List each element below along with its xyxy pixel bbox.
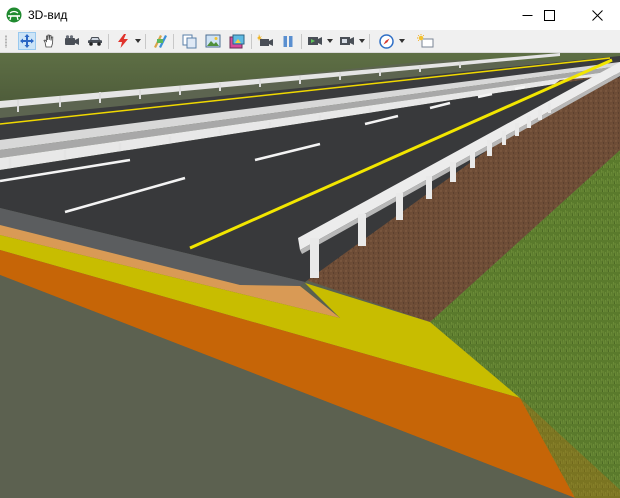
toolbar-grip[interactable]	[5, 35, 7, 48]
playback-dropdown-arrow[interactable]	[327, 39, 333, 43]
video-camera-icon	[65, 35, 79, 45]
playback-tool[interactable]	[306, 32, 324, 50]
playback-icon	[307, 37, 322, 45]
view-toolbar	[0, 30, 620, 53]
lightning-dropdown-arrow[interactable]	[135, 39, 141, 43]
toolbar-separator	[301, 34, 302, 49]
close-button[interactable]	[574, 0, 620, 30]
title-bar: 3D-вид	[0, 0, 620, 30]
car-drive-tool[interactable]	[86, 32, 104, 50]
toolbar-separator	[108, 34, 109, 49]
texture-tool[interactable]	[151, 32, 169, 50]
highway-3d-scene	[0, 53, 620, 498]
sun-icon	[416, 33, 433, 47]
pan-move-tool[interactable]	[18, 32, 36, 50]
save-view-icon	[339, 37, 354, 45]
image-icon	[205, 34, 221, 47]
move-arrows-icon	[20, 34, 34, 48]
car-icon	[88, 37, 102, 46]
record-camera-icon	[256, 34, 273, 46]
road-app-icon	[6, 7, 22, 23]
maximize-button[interactable]	[526, 0, 572, 30]
copy-view-tool[interactable]	[180, 32, 198, 50]
copy-icon	[182, 34, 196, 48]
record-tool[interactable]	[256, 32, 274, 50]
toolbar-separator	[145, 34, 146, 49]
compass-tool[interactable]	[377, 32, 395, 50]
camera-tool[interactable]	[63, 32, 81, 50]
app-window: 3D-вид	[0, 0, 620, 498]
pause-tool[interactable]	[279, 32, 297, 50]
window-title: 3D-вид	[28, 8, 68, 22]
3d-viewport[interactable]	[0, 53, 620, 498]
toolbar-separator	[369, 34, 370, 49]
pause-icon	[283, 35, 293, 47]
hand-tool[interactable]	[40, 32, 58, 50]
lightning-tool[interactable]	[114, 32, 132, 50]
save-view-dropdown-arrow[interactable]	[359, 39, 365, 43]
toolbar-separator	[173, 34, 174, 49]
compass-dropdown-arrow[interactable]	[399, 39, 405, 43]
maximize-icon	[543, 9, 555, 21]
close-icon	[591, 9, 603, 21]
texture-icon	[154, 35, 167, 48]
toolbar-separator	[251, 34, 252, 49]
hand-icon	[43, 34, 54, 48]
render-icon	[229, 34, 245, 48]
save-view-tool[interactable]	[338, 32, 356, 50]
lightning-icon	[118, 34, 128, 48]
sun-light-tool[interactable]	[416, 32, 434, 50]
image-export-tool[interactable]	[204, 32, 222, 50]
compass-icon	[378, 33, 394, 49]
render-tool[interactable]	[228, 32, 246, 50]
